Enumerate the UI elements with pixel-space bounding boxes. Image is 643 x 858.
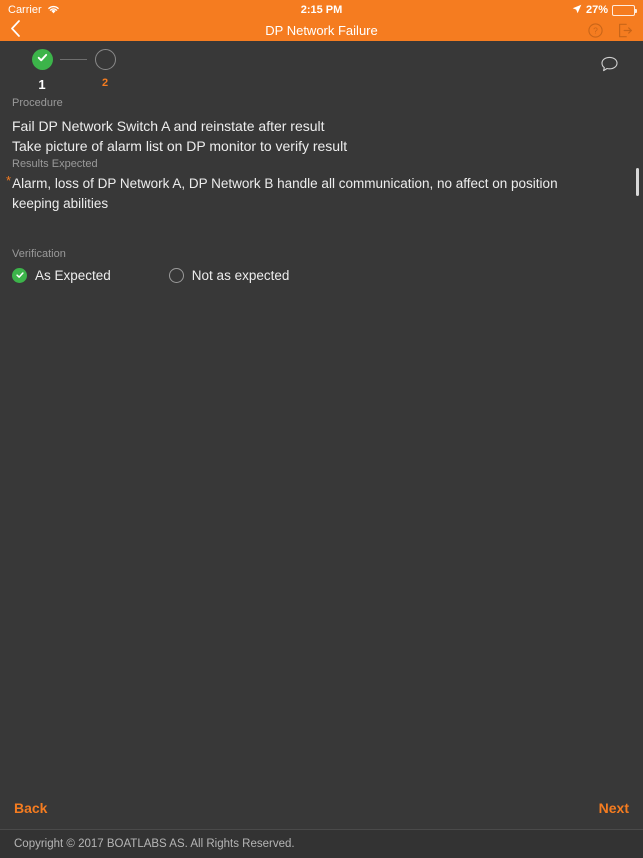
battery-icon	[612, 4, 637, 16]
step-item-2[interactable]: 2	[87, 49, 123, 89]
verification-option-not-as-expected-label: Not as expected	[191, 267, 290, 283]
footer-bar: Copyright © 2017 BOATLABS AS. All Rights…	[0, 830, 643, 858]
step-2-label: 2	[101, 77, 109, 89]
results-expected-label: Results Expected	[12, 158, 98, 171]
step-indicator-row: 1 2	[0, 41, 643, 97]
chevron-left-icon	[10, 19, 21, 42]
procedure-section: Procedure Fail DP Network Switch A and r…	[12, 97, 631, 156]
svg-text:?: ?	[593, 26, 598, 36]
navigation-bar: DP Network Failure ?	[0, 19, 643, 42]
step-connector-line	[60, 59, 87, 60]
copyright-text: Copyright © 2017 BOATLABS AS. All Rights…	[14, 838, 295, 850]
verification-option-not-as-expected[interactable]: Not as expected	[168, 267, 290, 283]
check-icon	[36, 51, 49, 69]
results-expected-text: Alarm, loss of DP Network A, DP Network …	[12, 176, 558, 212]
back-navigation-button[interactable]	[10, 19, 32, 42]
procedure-line-2: Take picture of alarm list on DP monitor…	[12, 138, 348, 155]
results-expected-section: Results Expected * Alarm, loss of DP Net…	[6, 158, 639, 214]
verification-option-as-expected[interactable]: As Expected	[12, 267, 111, 283]
stepper: 1 2	[24, 49, 123, 91]
navigation-bar-actions: ?	[588, 23, 633, 38]
page-title: DP Network Failure	[265, 23, 378, 38]
next-button[interactable]: Next	[599, 800, 629, 816]
status-bar-right: 27%	[572, 4, 637, 17]
verification-section: Verification As Expected Not as expected	[12, 248, 631, 283]
verification-label: Verification	[12, 248, 66, 261]
carrier-label: Carrier	[8, 4, 42, 16]
logout-icon[interactable]	[618, 23, 633, 38]
help-circle-icon[interactable]: ?	[588, 23, 603, 38]
back-button[interactable]: Back	[14, 800, 47, 816]
location-arrow-icon	[572, 4, 582, 17]
step-2-circle	[94, 49, 116, 70]
radio-unselected-icon	[168, 267, 184, 283]
main-content: Procedure Fail DP Network Switch A and r…	[0, 97, 643, 283]
radio-selected-icon	[12, 267, 27, 283]
required-asterisk-icon: *	[6, 173, 12, 189]
step-item-1[interactable]: 1	[24, 49, 60, 91]
ios-status-bar: Carrier 2:15 PM 27%	[0, 0, 643, 20]
status-bar-clock: 2:15 PM	[300, 4, 343, 16]
comment-bubble-icon[interactable]	[600, 55, 619, 79]
procedure-line-1: Fail DP Network Switch A and reinstate a…	[12, 118, 325, 135]
results-expected-row: * Alarm, loss of DP Network A, DP Networ…	[6, 168, 639, 214]
status-bar-left: Carrier	[8, 4, 60, 17]
battery-percent-label: 27%	[585, 4, 608, 16]
action-bar: Back Next	[0, 786, 643, 830]
step-1-circle	[31, 49, 53, 70]
results-scrollbar-thumb[interactable]	[636, 168, 639, 197]
procedure-label: Procedure	[12, 97, 63, 109]
verification-option-as-expected-label: As Expected	[35, 267, 111, 283]
wifi-icon	[47, 4, 60, 17]
verification-options: As Expected Not as expected	[12, 267, 631, 283]
step-1-label: 1	[38, 77, 46, 92]
